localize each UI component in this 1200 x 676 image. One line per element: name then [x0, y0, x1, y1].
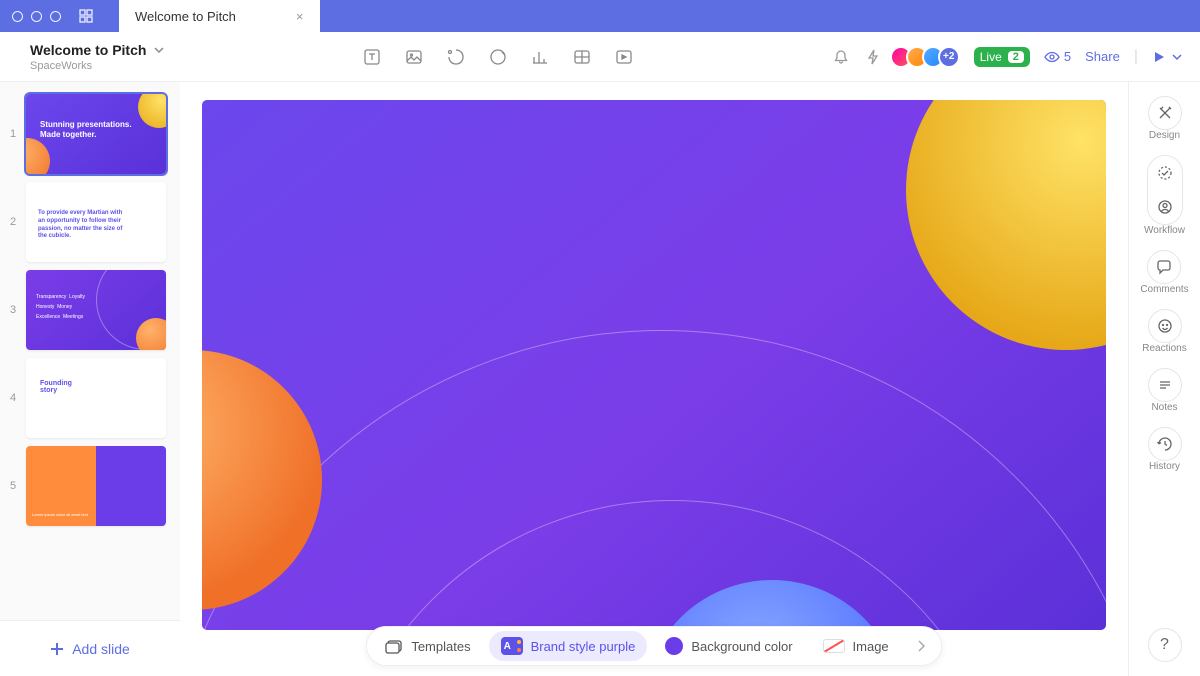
- views-count: 5: [1064, 49, 1071, 64]
- workspace-name: SpaceWorks: [30, 60, 164, 72]
- slide-thumbnail[interactable]: Foundingstory: [26, 358, 166, 438]
- background-color-label: Background color: [691, 639, 792, 654]
- slide-number: 5: [6, 480, 20, 492]
- live-badge[interactable]: Live 2: [974, 47, 1030, 67]
- bolt-icon[interactable]: [864, 48, 882, 66]
- thumb-title: Stunning presentations.Made together.: [40, 120, 132, 139]
- notes-icon: [1157, 377, 1173, 393]
- close-tab-icon[interactable]: ×: [296, 9, 304, 24]
- slide-thumb-4[interactable]: 4 Foundingstory: [0, 354, 180, 442]
- color-swatch-icon: [665, 637, 683, 655]
- chevron-down-icon[interactable]: [1172, 52, 1182, 62]
- share-button[interactable]: Share: [1085, 49, 1120, 64]
- right-rail: Design Workflow Comments Reactions Notes…: [1128, 82, 1200, 676]
- chevron-right-icon[interactable]: [907, 640, 935, 652]
- plus-icon: [50, 642, 64, 656]
- brand-style-button[interactable]: A Brand style purple: [489, 631, 648, 661]
- add-slide-button[interactable]: Add slide: [0, 620, 180, 676]
- notes-button[interactable]: [1148, 368, 1182, 402]
- assign-button[interactable]: [1148, 190, 1182, 224]
- canvas-area: Templates A Brand style purple Backgroun…: [180, 82, 1128, 676]
- slide-thumbnail[interactable]: Transparency LoyaltyHonesty MoneyExcelle…: [26, 270, 166, 350]
- workflow-label: Workflow: [1144, 225, 1185, 236]
- live-label: Live: [980, 50, 1002, 64]
- user-circle-icon: [1157, 199, 1173, 215]
- comments-label: Comments: [1140, 284, 1188, 295]
- reactions-label: Reactions: [1142, 343, 1186, 354]
- sticker-tool-icon[interactable]: [489, 48, 507, 66]
- reactions-button[interactable]: [1148, 309, 1182, 343]
- notes-label: Notes: [1151, 402, 1177, 413]
- smile-icon: [1157, 318, 1173, 334]
- slide-canvas[interactable]: [202, 100, 1106, 630]
- shape-sphere-yellow: [906, 100, 1106, 350]
- document-tab[interactable]: Welcome to Pitch ×: [119, 0, 320, 32]
- embed-tool-icon[interactable]: [615, 48, 633, 66]
- design-icon: [1157, 105, 1173, 121]
- eye-icon: [1044, 49, 1060, 65]
- header-right: +2 Live 2 5 Share |: [832, 46, 1182, 68]
- image-label: Image: [853, 639, 889, 654]
- title-block[interactable]: Welcome to Pitch SpaceWorks: [30, 42, 164, 72]
- collaborator-avatars[interactable]: +2: [896, 46, 960, 68]
- text-tool-icon[interactable]: [363, 48, 381, 66]
- slide-thumb-3[interactable]: 3 Transparency LoyaltyHonesty MoneyExcel…: [0, 266, 180, 354]
- window-max-icon[interactable]: [50, 11, 61, 22]
- image-button[interactable]: Image: [811, 631, 901, 661]
- templates-icon: [385, 637, 403, 655]
- slide-number: 2: [6, 216, 20, 228]
- history-button[interactable]: [1148, 427, 1182, 461]
- image-tool-icon[interactable]: [405, 48, 423, 66]
- slide-thumbnail[interactable]: To provide every Martian with an opportu…: [26, 182, 166, 262]
- design-button[interactable]: [1148, 96, 1182, 130]
- background-color-button[interactable]: Background color: [653, 631, 804, 661]
- document-tab-label: Welcome to Pitch: [135, 9, 236, 24]
- avatar-more: +2: [938, 46, 960, 68]
- play-icon: [1152, 50, 1166, 64]
- table-tool-icon[interactable]: [573, 48, 591, 66]
- insert-toolbar: [363, 48, 633, 66]
- thumb-title: Lorem ipsum dolor sit amet text: [32, 512, 93, 518]
- history-icon: [1157, 436, 1173, 452]
- present-button[interactable]: [1152, 50, 1182, 64]
- app-header: Welcome to Pitch SpaceWorks +2 Live 2: [0, 32, 1200, 82]
- bell-icon[interactable]: [832, 48, 850, 66]
- slide-thumb-5[interactable]: 5 Lorem ipsum dolor sit amet text: [0, 442, 180, 530]
- slide-thumbnail[interactable]: Lorem ipsum dolor sit amet text: [26, 446, 166, 526]
- slide-thumb-2[interactable]: 2 To provide every Martian with an oppor…: [0, 178, 180, 266]
- slide-panel: 1 Stunning presentations.Made together. …: [0, 82, 180, 676]
- help-button[interactable]: ?: [1148, 628, 1182, 662]
- history-label: History: [1149, 461, 1180, 472]
- slide-number: 1: [6, 128, 20, 140]
- thumb-title: To provide every Martian with an opportu…: [38, 210, 126, 241]
- chevron-down-icon[interactable]: [154, 45, 164, 55]
- document-title: Welcome to Pitch: [30, 42, 146, 58]
- add-slide-label: Add slide: [72, 641, 130, 657]
- design-label: Design: [1149, 130, 1180, 141]
- templates-button[interactable]: Templates: [373, 631, 482, 661]
- window-min-icon[interactable]: [31, 11, 42, 22]
- live-count: 2: [1008, 51, 1024, 63]
- views-counter[interactable]: 5: [1044, 49, 1071, 65]
- thumb-title: Foundingstory: [40, 380, 72, 394]
- brand-style-label: Brand style purple: [531, 639, 636, 654]
- slide-thumb-1[interactable]: 1 Stunning presentations.Made together.: [0, 90, 180, 178]
- comment-icon: [1156, 259, 1172, 275]
- apps-grid-icon[interactable]: [79, 9, 93, 23]
- window-close-icon[interactable]: [12, 11, 23, 22]
- brand-swatch-icon: A: [501, 637, 523, 655]
- shape-tool-icon[interactable]: [447, 48, 465, 66]
- status-button[interactable]: [1148, 156, 1182, 190]
- templates-label: Templates: [411, 639, 470, 654]
- chart-tool-icon[interactable]: [531, 48, 549, 66]
- check-circle-icon: [1157, 165, 1173, 181]
- comments-button[interactable]: [1147, 250, 1181, 284]
- thumb-title: Transparency LoyaltyHonesty MoneyExcelle…: [36, 292, 85, 322]
- window-titlebar: Welcome to Pitch ×: [0, 0, 1200, 32]
- slide-thumbnail[interactable]: Stunning presentations.Made together.: [26, 94, 166, 174]
- slide-number: 3: [6, 304, 20, 316]
- image-swatch-icon: [823, 639, 845, 653]
- slide-number: 4: [6, 392, 20, 404]
- style-toolbar: Templates A Brand style purple Backgroun…: [366, 626, 941, 666]
